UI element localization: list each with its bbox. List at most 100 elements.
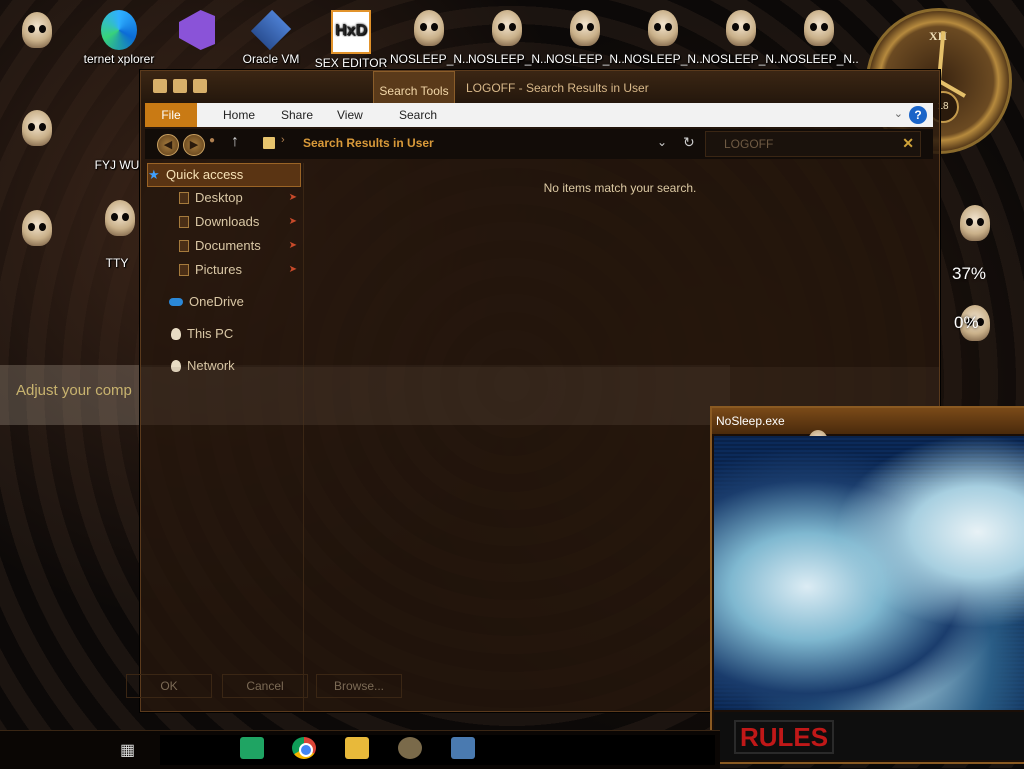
star-icon: ★ [148,167,160,182]
background-ok-button: OK [126,674,212,698]
desktop-icon-nosleep[interactable]: NOSLEEP_N... [390,10,468,66]
address-bar-row: ◀ ▶ ● ↑ › Search Results in User ⌄ ↻ ✕ [145,129,933,159]
wallpaper-skull [22,110,52,146]
desktop-icon-label: SEX EDITOR [314,56,388,70]
desktop-icon-label: NOSLEEP_N... [546,52,624,66]
desktop-icon-tty[interactable]: TTY [92,256,142,270]
nav-item-desktop[interactable]: Desktop ➤ [179,187,299,209]
nav-item-label: Pictures [195,262,242,277]
desktop-icon-nosleep[interactable]: NOSLEEP_N... [468,10,546,66]
empty-results-message: No items match your search. [543,181,697,195]
hxd-icon: HxD [331,10,371,54]
tab-share[interactable]: Share [271,103,323,127]
desktop-icon-internet-explorer[interactable]: ternet xplorer [80,10,158,66]
search-tools-context-tab[interactable]: Search Tools [373,71,455,105]
recent-locations-chevron-icon[interactable]: ● [209,135,215,146]
nav-item-quick-access[interactable]: ★ Quick access [147,163,301,187]
pin-icon: ➤ [288,240,297,251]
desktop-icon-label: TTY [105,256,129,270]
help-button[interactable]: ? [909,106,927,124]
tab-home[interactable]: Home [213,103,265,127]
nosleep-image [714,436,1024,710]
desktop-icon-label: NOSLEEP_N... [780,52,858,66]
window-title-bar[interactable]: Search Tools LOGOFF - Search Results in … [141,71,939,105]
task-view-icon[interactable]: ▦ [120,740,135,760]
google-sheets-icon[interactable] [240,737,264,759]
desktop-icon-visual-studio[interactable] [158,10,236,52]
drive-c-usage: 37% [952,264,987,283]
rules-button[interactable]: RULES [734,720,835,754]
nosleep-title-bar[interactable]: NoSleep.exe [712,408,1024,434]
tab-view[interactable]: View [327,103,373,127]
nav-item-label: Downloads [195,214,260,229]
desktop-icon-label: NOSLEEP_N... [468,52,546,66]
desktop-icon-nosleep[interactable]: NOSLEEP_N... [702,10,780,66]
wallpaper-skull [960,205,990,241]
new-folder-icon[interactable] [193,79,207,93]
remote-desktop-icon[interactable] [451,737,475,759]
background-browse-button: Browse... [316,674,402,698]
tab-file[interactable]: File [145,103,197,127]
desktop-icon-label: NOSLEEP_N... [702,52,780,66]
desktop-icon-fyjwu[interactable]: FYJ WU [92,158,142,172]
desktop-icon-label: NOSLEEP_N... [390,52,468,66]
visual-studio-icon [179,10,215,50]
address-dropdown-icon[interactable]: ⌄ [657,135,667,149]
quick-access-toolbar [153,79,207,93]
nav-item-documents[interactable]: Documents ➤ [179,235,299,257]
chrome-icon[interactable] [292,737,316,759]
wallpaper-skull [22,210,52,246]
wallpaper-skull [22,12,52,48]
skull-icon [804,10,834,46]
refresh-icon[interactable]: ↻ [683,134,695,151]
taskbar: ▦ [0,730,720,769]
folder-icon [179,264,189,276]
virtualbox-icon [250,9,292,51]
nav-item-label: This PC [187,326,234,341]
folder-icon[interactable] [153,79,167,93]
search-folder-icon [263,137,275,149]
forward-button[interactable]: ▶ [183,134,205,156]
window-title: LOGOFF - Search Results in User [466,81,649,95]
search-box[interactable]: ✕ [705,131,921,157]
nav-item-label: Desktop [195,190,243,205]
breadcrumb-chevron-icon[interactable]: › [281,134,285,146]
tab-search[interactable]: Search [389,103,447,127]
skull-icon [171,328,181,340]
nav-item-label: Quick access [166,167,244,182]
pin-icon: ➤ [288,264,297,275]
chevron-down-icon[interactable]: ⌄ [894,107,903,120]
navigation-pane: ★ Quick access Desktop ➤ Downloads ➤ Doc… [141,163,304,711]
pin-icon: ➤ [288,216,297,227]
background-cancel-button: Cancel [222,674,308,698]
nav-item-label: Documents [195,238,261,253]
skull-icon [492,10,522,46]
nosleep-rules-bar: RULES [714,712,1024,760]
skull-icon [414,10,444,46]
drive-d-usage: 0% [954,313,979,332]
file-explorer-icon[interactable] [345,737,369,759]
desktop-icon-nosleep[interactable]: NOSLEEP_N... [546,10,624,66]
back-button[interactable]: ◀ [157,134,179,156]
nav-item-pictures[interactable]: Pictures ➤ [179,259,299,281]
app-icon[interactable] [398,737,422,759]
nosleep-title: NoSleep.exe [716,414,785,428]
search-input[interactable] [722,136,886,152]
nav-item-downloads[interactable]: Downloads ➤ [179,211,299,233]
close-icon[interactable]: ✕ [902,135,914,152]
desktop-icon-hex-editor[interactable]: HxD SEX EDITOR [312,10,390,70]
pin-icon: ➤ [288,192,297,203]
cloud-icon [169,298,183,306]
address-breadcrumb[interactable]: Search Results in User [303,136,434,150]
folder-icon [179,192,189,204]
desktop-icon-nosleep[interactable]: NOSLEEP_N... [780,10,858,66]
folder-icon [179,240,189,252]
desktop-icon-oracle-vm[interactable]: Oracle VM [232,9,310,66]
up-arrow-icon[interactable]: ↑ [231,133,239,151]
ribbon-tab-bar: File Home Share View Search ⌄ ? [145,103,933,127]
desktop-icon-nosleep[interactable]: NOSLEEP_N... [624,10,702,66]
background-dialog-title: Adjust your comp [16,382,132,399]
nav-item-onedrive[interactable]: OneDrive [169,291,244,313]
properties-icon[interactable] [173,79,187,93]
nav-item-this-pc[interactable]: This PC [171,323,233,345]
